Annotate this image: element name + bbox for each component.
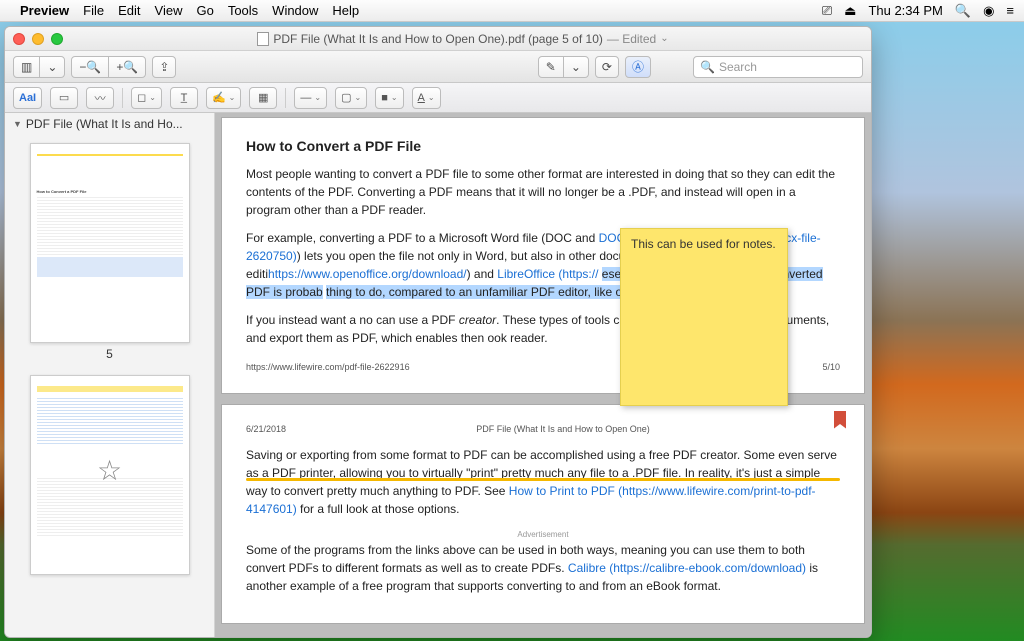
markup-toolbar: AaI ▭ 〰 ◻⌄ T̲ ✍⌄ ▦ —⌄ ▢⌄ ■⌄ A⌄ — [5, 83, 871, 113]
libreoffice-link[interactable]: LibreOffice (https:// — [497, 267, 598, 281]
markup-button[interactable]: Ⓐ — [625, 56, 651, 78]
note-tool[interactable]: ▦ — [249, 87, 277, 109]
page-date-header: 6/21/2018 — [246, 423, 286, 437]
text-selection-tool[interactable]: AaI — [13, 87, 42, 109]
markup-icon: Ⓐ — [632, 58, 644, 75]
sign-tool[interactable]: ✍⌄ — [206, 87, 241, 109]
page-heading: How to Convert a PDF File — [246, 136, 840, 157]
highlight-button[interactable]: ✎ ⌄ — [538, 56, 589, 78]
star-annotation-icon: ☆ — [97, 454, 122, 488]
spotlight-icon[interactable]: 🔍 — [955, 3, 971, 19]
rotate-button[interactable]: ⟳ — [595, 56, 619, 78]
main-toolbar: ▥ ⌄ −🔍 +🔍 ⇪ ✎ ⌄ ⟳ Ⓐ 🔍 Search — [5, 51, 871, 83]
advertisement-label: Advertisement — [246, 529, 840, 541]
paragraph: Saving or exporting from some format to … — [246, 446, 840, 518]
border-color-tool[interactable]: ▢⌄ — [335, 87, 367, 109]
zoom-window-button[interactable] — [51, 33, 63, 45]
share-icon: ⇪ — [159, 60, 169, 74]
app-menu[interactable]: Preview — [20, 3, 69, 18]
pdf-document-icon — [257, 32, 269, 46]
clock[interactable]: Thu 2:34 PM — [868, 3, 942, 18]
text-tool[interactable]: T̲ — [170, 87, 198, 109]
text-style-tool[interactable]: A⌄ — [412, 87, 441, 109]
calibre-link[interactable]: Calibre (https://calibre-ebook.com/downl… — [568, 561, 806, 575]
search-input[interactable]: 🔍 Search — [693, 56, 863, 78]
rectangular-selection-tool[interactable]: ▭ — [50, 87, 78, 109]
chevron-down-icon[interactable]: ⌄ — [660, 33, 668, 44]
menu-help[interactable]: Help — [332, 3, 359, 18]
page-thumbnail-6[interactable]: ☆ — [30, 375, 190, 575]
toolbar-divider — [285, 88, 286, 108]
sticky-note[interactable]: This can be used for notes. — [620, 228, 788, 406]
fill-color-tool[interactable]: ■⌄ — [375, 87, 403, 109]
sidebar-view-icon: ▥ — [21, 60, 32, 74]
window-titlebar[interactable]: PDF File (What It Is and How to Open One… — [5, 27, 871, 51]
content-area: ▼ PDF File (What It Is and Ho... How to … — [5, 113, 871, 637]
sidebar-document-title[interactable]: ▼ PDF File (What It Is and Ho... — [5, 113, 214, 135]
thumbnail-page-number: 5 — [25, 347, 194, 361]
eject-icon[interactable]: ⏏ — [844, 3, 856, 19]
window-title: PDF File (What It Is and How to Open One… — [63, 32, 863, 46]
share-button[interactable]: ⇪ — [152, 56, 176, 78]
page-thumbnail-5[interactable]: How to Convert a PDF File — [30, 143, 190, 343]
paragraph: Most people wanting to convert a PDF fil… — [246, 165, 840, 219]
zoom-out-icon: −🔍 — [79, 60, 101, 74]
menu-go[interactable]: Go — [196, 3, 213, 18]
zoom-in-icon: +🔍 — [116, 60, 138, 74]
highlighted-text: thing to do, compared to an unfamiliar P… — [326, 285, 662, 299]
menu-tools[interactable]: Tools — [228, 3, 258, 18]
search-placeholder: Search — [719, 60, 757, 74]
page-url-footer: https://www.lifewire.com/pdf-file-262291… — [246, 361, 410, 375]
macos-menubar: Preview File Edit View Go Tools Window H… — [0, 0, 1024, 22]
pdf-page-6: 6/21/2018 PDF File (What It Is and How t… — [221, 404, 865, 625]
menu-file[interactable]: File — [83, 3, 104, 18]
menu-edit[interactable]: Edit — [118, 3, 140, 18]
document-pane[interactable]: How to Convert a PDF File Most people wa… — [215, 113, 871, 637]
rotate-icon: ⟳ — [602, 60, 612, 74]
siri-icon[interactable]: ◉ — [983, 3, 994, 19]
preview-window: PDF File (What It Is and How to Open One… — [4, 26, 872, 638]
menu-view[interactable]: View — [155, 3, 183, 18]
screen-share-icon[interactable]: ⎚ — [822, 3, 832, 19]
sticky-note-text[interactable]: This can be used for notes. — [631, 237, 776, 251]
bookmark-icon[interactable] — [834, 411, 846, 429]
zoom-buttons: −🔍 +🔍 — [71, 56, 146, 78]
search-icon: 🔍 — [700, 60, 715, 74]
yellow-underline-annotation — [246, 478, 840, 481]
notifications-icon[interactable]: ≡ — [1006, 3, 1014, 18]
chevron-down-icon: ⌄ — [571, 60, 581, 74]
menu-window[interactable]: Window — [272, 3, 318, 18]
page-title-header: PDF File (What It Is and How to Open One… — [476, 423, 650, 437]
zoom-in-button[interactable]: +🔍 — [109, 57, 145, 77]
toolbar-divider — [122, 88, 123, 108]
sketch-tool[interactable]: 〰 — [86, 87, 114, 109]
chevron-down-icon: ⌄ — [47, 60, 57, 74]
highlighter-icon: ✎ — [546, 60, 556, 74]
openoffice-link[interactable]: https://www.openoffice.org/download/ — [268, 267, 467, 281]
minimize-window-button[interactable] — [32, 33, 44, 45]
page-number-footer: 5/10 — [822, 361, 840, 375]
line-style-tool[interactable]: —⌄ — [294, 87, 327, 109]
close-window-button[interactable] — [13, 33, 25, 45]
view-mode-button[interactable]: ▥ ⌄ — [13, 56, 65, 78]
thumbnail-sidebar[interactable]: ▼ PDF File (What It Is and Ho... How to … — [5, 113, 215, 637]
zoom-out-button[interactable]: −🔍 — [72, 57, 109, 77]
paragraph: Some of the programs from the links abov… — [246, 541, 840, 595]
disclosure-triangle-icon[interactable]: ▼ — [13, 119, 22, 129]
shapes-tool[interactable]: ◻⌄ — [131, 87, 162, 109]
